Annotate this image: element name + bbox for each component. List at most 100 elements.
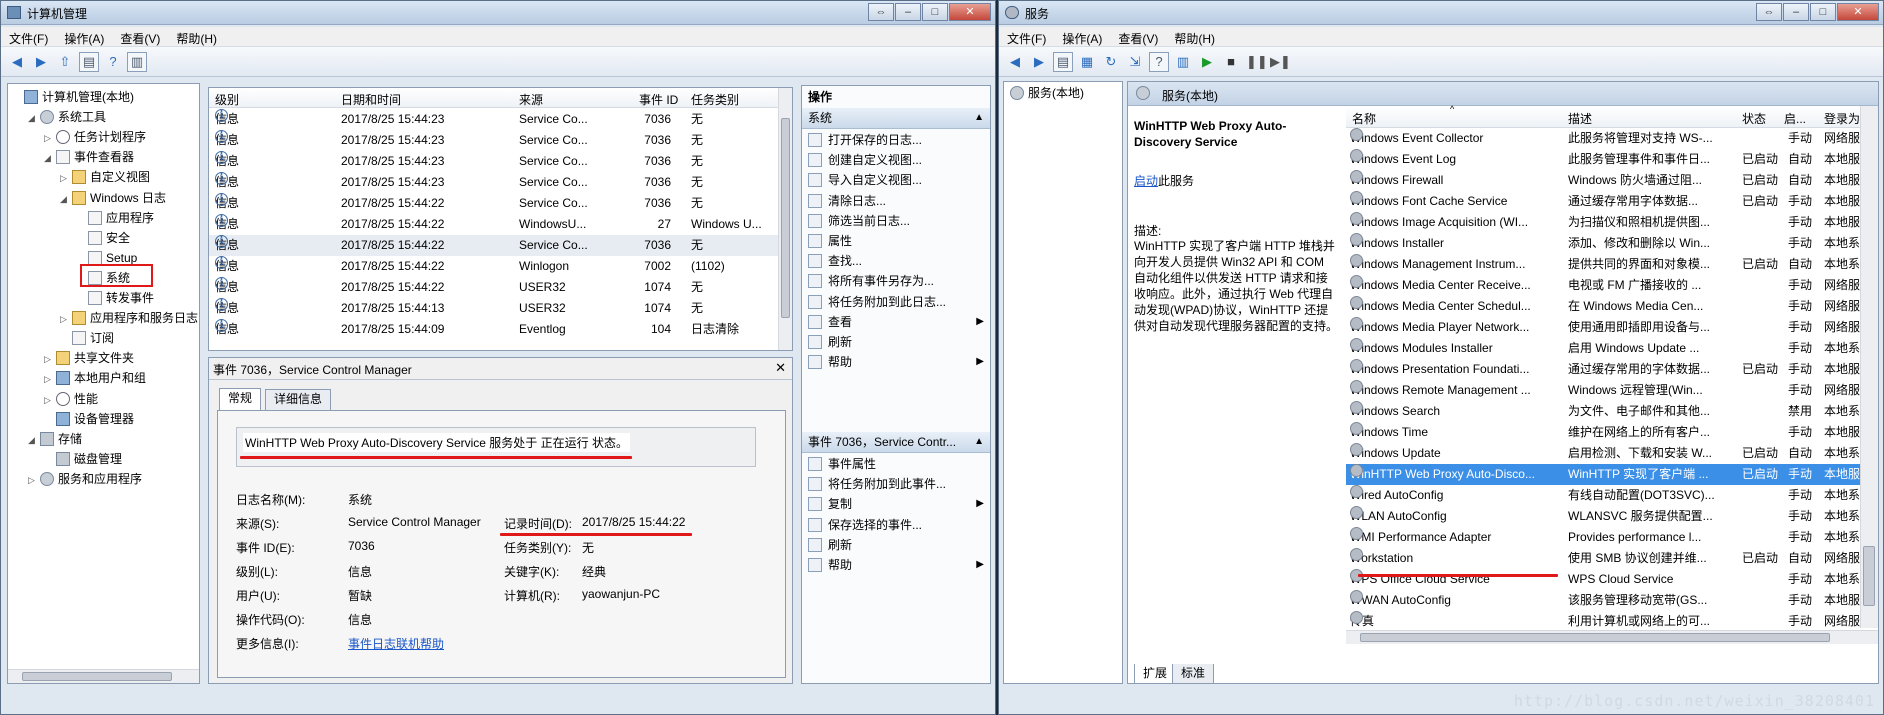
col-source[interactable]: 来源 xyxy=(519,91,543,108)
expander-icon[interactable]: ▷ xyxy=(28,471,40,489)
tab-general[interactable]: 常规 xyxy=(219,388,262,410)
back-icon[interactable]: ◀ xyxy=(7,52,27,72)
event-row[interactable]: i 信息 2017/8/25 15:44:22 Service Co... 7036 无 xyxy=(209,193,778,214)
tree-item[interactable]: 安全 xyxy=(76,229,130,247)
service-row[interactable]: Windows Media Player Network... 使用通用即插即用设… xyxy=(1346,317,1872,338)
close-button[interactable]: ✕ xyxy=(1837,3,1879,21)
tree-item[interactable]: 转发事件 xyxy=(76,289,154,307)
event-row[interactable]: i 信息 2017/8/25 15:44:23 Service Co... 7036 无 xyxy=(209,109,778,130)
expander-icon[interactable]: ▷ xyxy=(44,350,56,368)
tree-item[interactable]: 订阅 xyxy=(60,329,114,347)
event-row[interactable]: i 信息 2017/8/25 15:44:22 WindowsU... 27 Window… xyxy=(209,214,778,235)
export-icon[interactable]: ⇲ xyxy=(1125,52,1145,72)
start-service-icon[interactable]: ▶ xyxy=(1197,52,1217,72)
properties-icon[interactable]: ▦ xyxy=(1077,52,1097,72)
tree-item[interactable]: 计算机管理(本地) xyxy=(12,88,134,106)
tree-item[interactable]: ◢ 系统工具 xyxy=(28,108,106,126)
action-item[interactable]: 帮助 ▶ xyxy=(808,352,990,372)
expander-icon[interactable]: ▷ xyxy=(60,310,72,328)
show-hide-tree-icon[interactable]: ▤ xyxy=(1053,52,1073,72)
event-row[interactable]: i 信息 2017/8/25 15:44:22 USER32 1074 无 xyxy=(209,277,778,298)
up-folder-icon[interactable]: ⇧ xyxy=(55,52,75,72)
service-row[interactable]: Windows Time 维护在网络上的所有客户... 手动 本地服务 xyxy=(1346,422,1872,443)
tree-item[interactable]: ▷ 共享文件夹 xyxy=(44,349,134,367)
close-button[interactable]: ✕ xyxy=(949,3,991,21)
service-row[interactable]: Windows Modules Installer 启用 Windows Upda… xyxy=(1346,338,1872,359)
service-row[interactable]: Windows Search 为文件、电子邮件和其他... 禁用 本地系统 xyxy=(1346,401,1872,422)
actions-section-system[interactable]: 系统 ▲ xyxy=(802,108,990,129)
action-item[interactable]: 帮助 ▶ xyxy=(808,555,990,575)
restore-icon[interactable]: ⇔ xyxy=(868,3,894,21)
expander-icon[interactable]: ◢ xyxy=(28,431,40,449)
action-item[interactable]: 创建自定义视图... xyxy=(808,150,990,170)
tree-item[interactable]: ▷ 任务计划程序 xyxy=(44,128,146,146)
service-row[interactable]: WPS Office Cloud Service WPS Cloud Servic… xyxy=(1346,569,1872,590)
action-item[interactable]: 属性 xyxy=(808,231,990,251)
tree-item[interactable]: 应用程序 xyxy=(76,209,154,227)
service-row[interactable]: Windows Presentation Foundati... 通过缓存常用的字… xyxy=(1346,359,1872,380)
action-item[interactable]: 刷新 xyxy=(808,332,990,352)
event-row[interactable]: i 信息 2017/8/25 15:44:13 USER32 1074 无 xyxy=(209,298,778,319)
forward-icon[interactable]: ▶ xyxy=(31,52,51,72)
refresh-icon[interactable]: ↻ xyxy=(1101,52,1121,72)
event-list-scrollbar[interactable] xyxy=(778,88,792,350)
service-row[interactable]: Windows Image Acquisition (WI... 为扫描仪和照相机… xyxy=(1346,212,1872,233)
action-item[interactable]: 事件属性 xyxy=(808,454,990,474)
col-status[interactable]: 状态 xyxy=(1742,110,1766,127)
col-name[interactable]: 名称 xyxy=(1352,110,1376,127)
event-row[interactable]: i 信息 2017/8/25 15:44:22 Service Co... 7036 无 xyxy=(209,235,778,256)
action-item[interactable]: 将所有事件另存为... xyxy=(808,271,990,291)
show-hide-action-icon[interactable]: ▥ xyxy=(127,52,147,72)
event-row[interactable]: i 信息 2017/8/25 15:44:23 Service Co... 7036 无 xyxy=(209,130,778,151)
tree-item[interactable]: ▷ 本地用户和组 xyxy=(44,369,146,387)
tree-item[interactable]: ▷ 应用程序和服务日志 xyxy=(60,309,198,327)
service-row[interactable]: Wired AutoConfig 有线自动配置(DOT3SVC)... 手动 本地系统 xyxy=(1346,485,1872,506)
view-icon[interactable]: ▥ xyxy=(1173,52,1193,72)
service-row[interactable]: Windows Installer 添加、修改和删除以 Win... 手动 本地系统 xyxy=(1346,233,1872,254)
close-detail-icon[interactable]: ✕ xyxy=(775,360,786,376)
event-row[interactable]: i 信息 2017/8/25 15:44:23 Service Co... 7036 无 xyxy=(209,151,778,172)
service-row[interactable]: Windows Event Collector 此服务将管理对支持 WS-... 手… xyxy=(1346,128,1872,149)
col-datetime[interactable]: 日期和时间 xyxy=(341,91,401,108)
show-hide-tree-icon[interactable]: ▤ xyxy=(79,52,99,72)
action-item[interactable]: 打开保存的日志... xyxy=(808,130,990,150)
expander-icon[interactable]: ▷ xyxy=(44,129,56,147)
tab-details[interactable]: 详细信息 xyxy=(265,389,332,410)
tree-item-services-local[interactable]: 服务(本地) xyxy=(1010,84,1084,102)
service-row[interactable]: WMI Performance Adapter Provides performa… xyxy=(1346,527,1872,548)
title-bar[interactable]: 计算机管理 ⇔ – □ ✕ xyxy=(1,1,995,25)
action-item[interactable]: 复制 ▶ xyxy=(808,494,990,514)
service-row[interactable]: Windows Event Log 此服务管理事件和事件日... 已启动 自动 本地服务 xyxy=(1346,149,1872,170)
tab-extended[interactable]: 扩展 xyxy=(1134,664,1177,684)
tree-item[interactable]: 设备管理器 xyxy=(44,410,134,428)
col-log-on-as[interactable]: 登录为 xyxy=(1824,110,1860,127)
event-row[interactable]: i 信息 2017/8/25 15:44:09 Eventlog 104 日志清除 xyxy=(209,319,778,340)
tree-item[interactable]: ▷ 服务和应用程序 xyxy=(28,470,142,488)
restore-icon[interactable]: ⇔ xyxy=(1756,3,1782,21)
service-row[interactable]: Windows Firewall Windows 防火墙通过阻... 已启动 自动 本地… xyxy=(1346,170,1872,191)
help-icon[interactable]: ? xyxy=(1149,52,1169,72)
col-startup-type[interactable]: 启... xyxy=(1784,110,1806,127)
service-row[interactable]: Workstation 使用 SMB 协议创建并维... 已启动 自动 网络服务 xyxy=(1346,548,1872,569)
expander-icon[interactable]: ◢ xyxy=(60,190,72,208)
action-item[interactable]: 保存选择的事件... xyxy=(808,515,990,535)
tree-item[interactable]: ▷ 自定义视图 xyxy=(60,168,150,186)
service-row[interactable]: Windows Update 启用检测、下载和安装 W... 已启动 自动 本地系统 xyxy=(1346,443,1872,464)
tree-item[interactable]: ◢ Windows 日志 xyxy=(60,189,166,207)
start-service-link[interactable]: 启动 xyxy=(1134,174,1158,188)
action-item[interactable]: 将任务附加到此事件... xyxy=(808,474,990,494)
service-row[interactable]: 传真 利用计算机或网络上的可... 手动 网络服务 xyxy=(1346,611,1872,628)
action-item[interactable]: 查看 ▶ xyxy=(808,312,990,332)
stop-service-icon[interactable]: ■ xyxy=(1221,52,1241,72)
expander-icon[interactable]: ▷ xyxy=(44,370,56,388)
action-item[interactable]: 刷新 xyxy=(808,535,990,555)
expander-icon[interactable]: ▷ xyxy=(60,169,72,187)
action-item[interactable]: 导入自定义视图... xyxy=(808,170,990,190)
service-row[interactable]: WLAN AutoConfig WLANSVC 服务提供配置... 手动 本地系统 xyxy=(1346,506,1872,527)
service-row[interactable]: Windows Remote Management ... Windows 远程管… xyxy=(1346,380,1872,401)
service-row[interactable]: WinHTTP Web Proxy Auto-Disco... WinHTTP 实… xyxy=(1346,464,1872,485)
services-horizontal-scrollbar[interactable] xyxy=(1346,630,1878,644)
maximize-button[interactable]: □ xyxy=(1810,3,1836,21)
maximize-button[interactable]: □ xyxy=(922,3,948,21)
tab-standard[interactable]: 标准 xyxy=(1172,664,1215,684)
